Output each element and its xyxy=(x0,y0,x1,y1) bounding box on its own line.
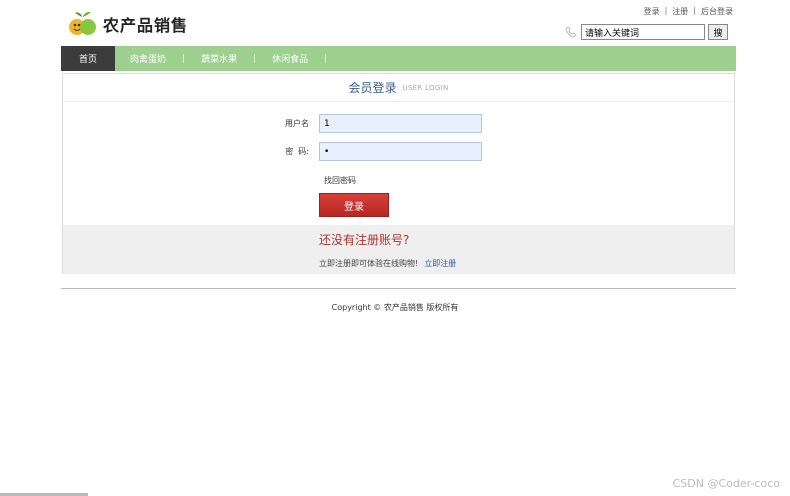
admin-login-link[interactable]: 后台登录 xyxy=(701,6,733,17)
register-prompt-text: 立即注册即可体验在线购物! xyxy=(319,259,419,268)
register-prompt: 还没有注册账号? 立即注册即可体验在线购物! 立即注册 xyxy=(63,225,734,274)
login-panel-header: 会员登录 USER LOGIN xyxy=(63,74,734,102)
search-button[interactable]: 搜 xyxy=(708,24,728,40)
password-row: 密 码: xyxy=(259,142,482,161)
nav-item-snacks[interactable]: 休闲食品 xyxy=(272,46,308,71)
nav-separator: | xyxy=(324,53,328,64)
main-nav: 首页 肉禽蛋奶 | 蔬菜水果 | 休闲食品 | xyxy=(61,46,736,71)
fruit-logo-icon xyxy=(67,10,99,38)
password-label: 密 码: xyxy=(285,147,309,156)
forgot-password-link[interactable]: 找回密码 xyxy=(324,175,356,186)
nav-item-home[interactable]: 首页 xyxy=(61,46,115,71)
username-label: 用户名 xyxy=(285,119,309,128)
link-separator: | xyxy=(664,6,668,15)
register-prompt-line: 立即注册即可体验在线购物! 立即注册 xyxy=(319,258,456,269)
copyright-text: Copyright © 农产品销售 版权所有 xyxy=(331,303,459,312)
site-logo[interactable]: 农产品销售 xyxy=(67,9,192,39)
username-input[interactable] xyxy=(319,114,482,133)
search-input[interactable] xyxy=(581,24,705,40)
register-prompt-title: 还没有注册账号? xyxy=(319,233,410,247)
nav-item-vegetables-fruits[interactable]: 蔬菜水果 xyxy=(201,46,237,71)
site-name: 农产品销售 xyxy=(103,16,189,35)
footer-divider xyxy=(61,288,736,289)
register-now-link[interactable]: 立即注册 xyxy=(424,259,456,268)
login-panel: 会员登录 USER LOGIN 用户名 密 码: 找回密码 登录 还没有注册账号… xyxy=(62,73,735,274)
nav-item-meat-eggs-dairy[interactable]: 肉禽蛋奶 xyxy=(130,46,166,71)
nav-separator: | xyxy=(253,53,257,64)
login-subtitle: USER LOGIN xyxy=(402,83,449,92)
nav-separator: | xyxy=(182,53,186,64)
link-separator: | xyxy=(693,6,696,15)
password-input[interactable] xyxy=(319,142,482,161)
username-row: 用户名 xyxy=(259,114,482,133)
login-submit-button[interactable]: 登录 xyxy=(319,193,389,217)
login-title: 会员登录 xyxy=(348,81,397,95)
login-link[interactable]: 登录 xyxy=(644,6,660,17)
top-links: 登录 | 注册 | 后台登录 xyxy=(644,6,733,17)
phone-icon xyxy=(563,24,579,40)
register-link[interactable]: 注册 xyxy=(672,6,688,17)
watermark-text: CSDN @Coder-coco xyxy=(672,477,780,490)
search-bar: 搜 xyxy=(563,24,728,40)
